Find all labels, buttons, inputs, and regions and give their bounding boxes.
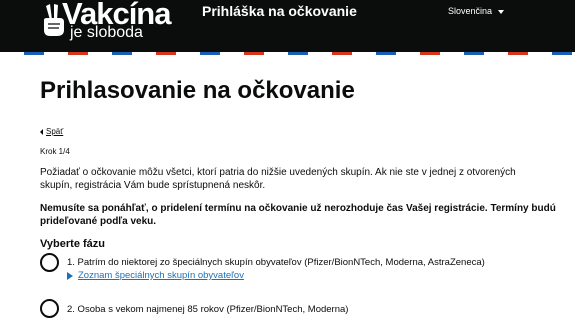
logo-tagline: je sloboda: [70, 24, 143, 41]
phase-option-2-label[interactable]: 2. Osoba s vekom najmenej 85 rokov (Pfiz…: [67, 304, 348, 316]
site-logo[interactable]: Vakcína je sloboda: [40, 0, 171, 48]
language-selector[interactable]: Slovenčina: [448, 5, 505, 17]
priority-notice: Nemusíte sa ponáhľať, o pridelení termín…: [40, 203, 556, 227]
header-stripe: [0, 52, 575, 55]
triangle-right-icon: [67, 272, 73, 280]
step-indicator: Krok 1/4: [40, 147, 70, 156]
back-link[interactable]: Späť: [40, 127, 63, 136]
page-title: Prihlasovanie na očkovanie: [40, 77, 355, 104]
intro-text: Požiadať o očkovanie môžu všetci, ktorí …: [40, 167, 516, 191]
phase-option-1-radio[interactable]: [40, 253, 59, 272]
language-label: Slovenčina: [448, 6, 493, 16]
back-link-label: Späť: [46, 127, 64, 136]
special-groups-details[interactable]: Zoznam špeciálnych skupín obyvateľov: [67, 270, 244, 282]
phase-legend: Vyberte fázu: [40, 238, 106, 250]
caret-down-icon: [498, 9, 505, 14]
app-title[interactable]: Prihláška na očkovanie: [202, 2, 357, 20]
special-groups-link[interactable]: Zoznam špeciálnych skupín obyvateľov: [78, 270, 244, 282]
phase-option-2-radio[interactable]: [40, 299, 59, 318]
phase-option-1-label[interactable]: 1. Patrím do niektorej zo špeciálnych sk…: [67, 257, 485, 269]
chevron-left-icon: [40, 128, 43, 135]
site-header: Vakcína je sloboda Prihláška na očkovani…: [0, 0, 575, 52]
